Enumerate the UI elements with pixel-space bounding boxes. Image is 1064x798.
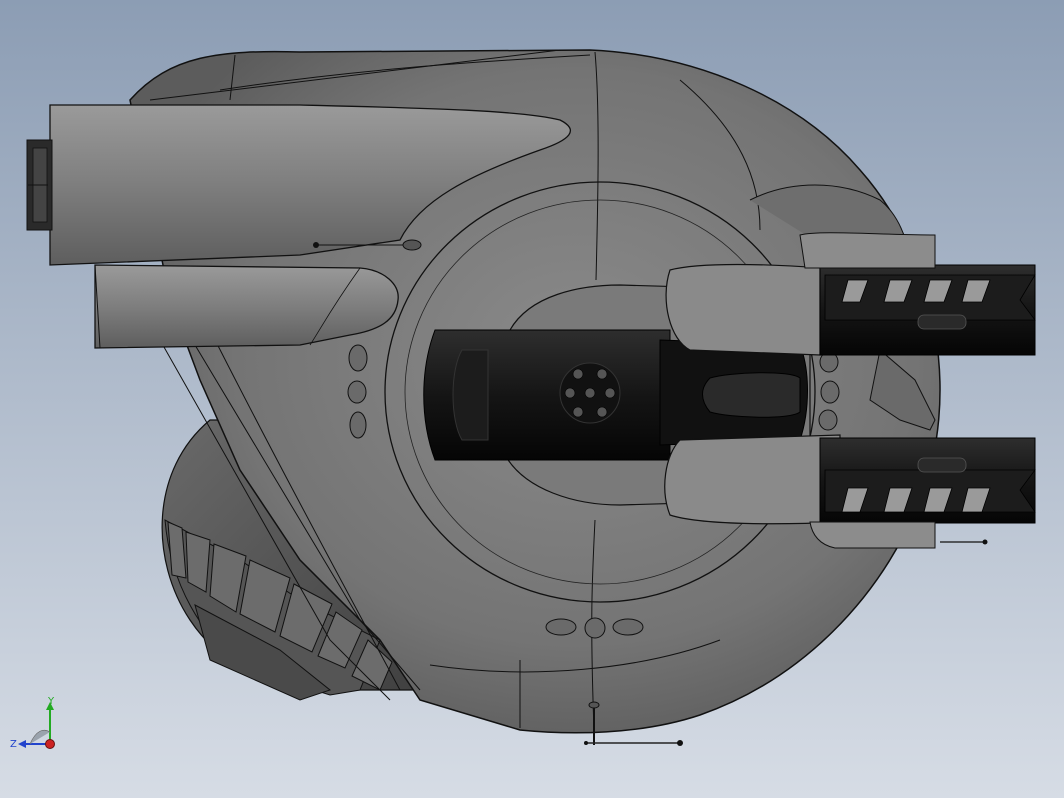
bottom-vent-ovals	[545, 617, 644, 639]
y-axis-label: Y	[47, 696, 55, 707]
right-vent-ovals	[818, 351, 840, 431]
cad-viewport[interactable]: Y Z	[0, 0, 1064, 798]
x-axis-dot	[45, 739, 55, 749]
orientation-triad: Y Z	[10, 696, 55, 750]
z-axis-label: Z	[10, 739, 17, 750]
left-vent-ovals	[347, 344, 368, 439]
model-canvas[interactable]	[0, 0, 1064, 798]
z-axis-arrowhead	[18, 740, 26, 748]
